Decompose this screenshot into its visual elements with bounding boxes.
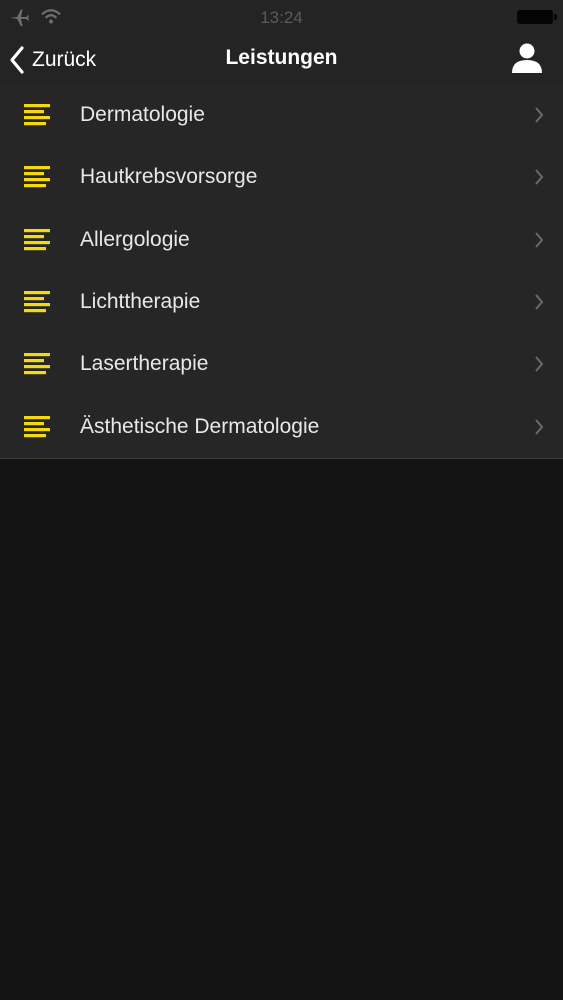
list-lines-icon	[24, 353, 50, 375]
list-lines-icon	[24, 104, 50, 126]
list-item-hautkrebsvorsorge[interactable]: Hautkrebsvorsorge	[0, 146, 563, 208]
list-item-label: Lichttherapie	[80, 290, 201, 314]
profile-button[interactable]	[509, 40, 545, 76]
list-lines-icon	[24, 291, 50, 313]
chevron-right-icon	[535, 107, 544, 123]
battery-icon	[517, 10, 557, 24]
app-screen: 13:24 Zurück Leistungen Dermatologie Hau…	[0, 0, 563, 1000]
list-item-label: Allergologie	[80, 227, 190, 251]
services-list: Dermatologie Hautkrebsvorsorge Allergolo…	[0, 84, 563, 459]
list-item-aesthetische-dermatologie[interactable]: Ästhetische Dermatologie	[0, 395, 563, 457]
list-lines-icon	[24, 415, 50, 437]
chevron-right-icon	[535, 232, 544, 248]
page-title: Leistungen	[225, 46, 338, 69]
status-bar: 13:24	[0, 0, 563, 36]
list-item-dermatologie[interactable]: Dermatologie	[0, 84, 563, 146]
list-item-label: Ästhetische Dermatologie	[80, 414, 320, 438]
list-lines-icon	[24, 228, 50, 250]
chevron-right-icon	[535, 169, 544, 186]
navigation-bar: Zurück Leistungen	[0, 36, 563, 84]
chevron-right-icon	[535, 294, 544, 310]
list-item-label: Lasertherapie	[80, 352, 209, 376]
status-time: 13:24	[260, 8, 303, 27]
list-item-label: Hautkrebsvorsorge	[80, 165, 258, 189]
list-lines-icon	[24, 166, 50, 188]
chevron-right-icon	[535, 356, 544, 372]
person-icon	[512, 43, 542, 73]
chevron-right-icon	[535, 418, 544, 435]
list-item-label: Dermatologie	[80, 103, 205, 127]
list-item-allergologie[interactable]: Allergologie	[0, 209, 563, 271]
list-item-lichttherapie[interactable]: Lichttherapie	[0, 271, 563, 333]
list-item-lasertherapie[interactable]: Lasertherapie	[0, 333, 563, 395]
